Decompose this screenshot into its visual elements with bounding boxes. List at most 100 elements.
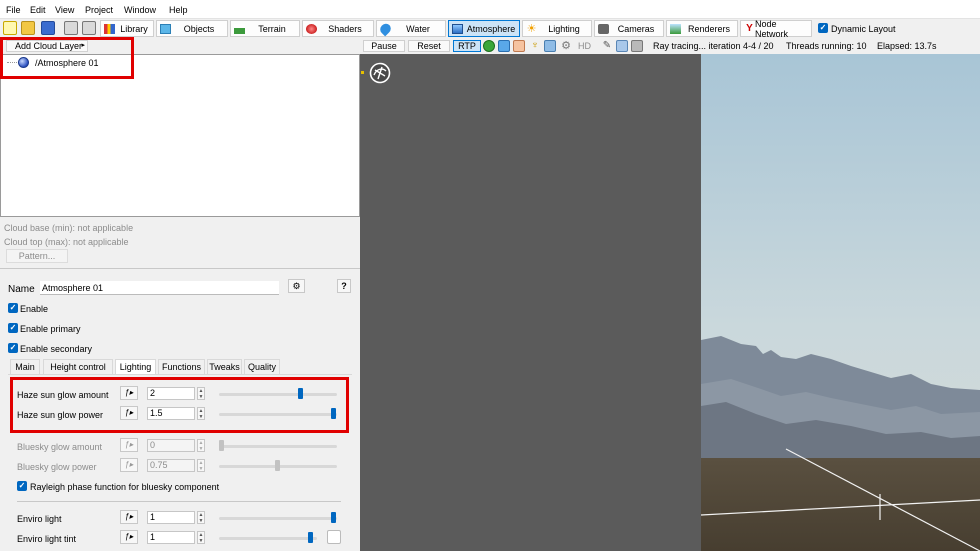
divider	[0, 268, 360, 269]
rayleigh-label: Rayleigh phase function for bluesky comp…	[30, 482, 220, 492]
function-button[interactable]: ƒ▸	[120, 530, 138, 544]
help-button[interactable]: ?	[337, 279, 351, 293]
elapsed-time: Elapsed: 13.7s	[877, 41, 937, 51]
menu-help[interactable]: Help	[169, 5, 188, 15]
sun-icon: ☀	[526, 23, 537, 35]
bluesky-glow-amount-input[interactable]: 0	[147, 439, 195, 452]
bluesky-glow-amount-slider[interactable]	[219, 445, 337, 448]
viewport-uncomputed-area[interactable]	[360, 54, 701, 551]
library-icon	[104, 24, 115, 34]
tab-functions[interactable]: Functions	[158, 359, 205, 374]
menu-edit[interactable]: Edit	[30, 5, 46, 15]
tab-quality[interactable]: Quality	[244, 359, 280, 374]
node-network-icon: Y	[746, 23, 753, 34]
tab-lighting[interactable]: ☀ Lighting	[522, 20, 592, 37]
rtp-button[interactable]: RTP	[453, 40, 481, 52]
tab-water[interactable]: Water	[376, 20, 446, 37]
menu-file[interactable]: File	[6, 5, 21, 15]
render-tools-icon[interactable]	[631, 40, 643, 52]
settings-cog-icon[interactable]: ⚙	[560, 40, 572, 52]
globe-render-icon[interactable]	[483, 40, 495, 52]
tab-renderers[interactable]: Renderers	[666, 20, 738, 37]
enviro-light-slider[interactable]	[219, 517, 337, 520]
cloud-render-icon[interactable]	[513, 40, 525, 52]
function-button[interactable]: ƒ▸	[120, 510, 138, 524]
function-icon: ƒ▸	[124, 440, 134, 449]
render-status-bar: Pause Reset RTP ♆ ⚙ HD ✎ Ray tracing... …	[360, 38, 980, 54]
enviro-light-tint-thumb[interactable]	[308, 532, 313, 543]
enable-checkbox[interactable]: ✓	[8, 303, 18, 313]
menu-view[interactable]: View	[55, 5, 74, 15]
save-icon[interactable]	[41, 21, 55, 35]
bluesky-glow-power-label: Bluesky glow power	[17, 462, 97, 472]
name-label: Name	[8, 284, 35, 295]
open-folder-icon[interactable]	[21, 21, 35, 35]
name-input[interactable]: Atmosphere 01	[40, 281, 279, 295]
threads-running: Threads running: 10	[786, 41, 867, 51]
trophy-icon[interactable]: ♆	[529, 40, 541, 52]
tab-terrain[interactable]: Terrain	[230, 20, 300, 37]
tab-main[interactable]: Main	[10, 359, 40, 374]
enviro-light-tint-slider[interactable]	[219, 537, 317, 540]
dynamic-layout-label: Dynamic Layout	[831, 24, 896, 34]
water-drop-icon	[378, 21, 393, 37]
tab-height-control[interactable]: Height control	[43, 359, 113, 374]
enable-primary-label: Enable primary	[20, 324, 81, 334]
hd-toggle[interactable]: HD	[578, 41, 591, 51]
highlight-box-tree	[0, 37, 134, 79]
network-render-icon[interactable]	[616, 40, 628, 52]
enviro-light-tint-spinner[interactable]: ▲ ▼	[197, 531, 205, 544]
enable-secondary-label: Enable secondary	[20, 344, 93, 354]
enviro-light-input[interactable]: 1	[147, 511, 195, 524]
pattern-button[interactable]: Pattern...	[6, 249, 68, 263]
function-button[interactable]: ƒ▸	[120, 438, 138, 452]
tab-objects[interactable]: Objects	[156, 20, 228, 37]
progress-marker	[361, 71, 364, 74]
sky-render-icon[interactable]	[498, 40, 510, 52]
menu-window[interactable]: Window	[124, 5, 156, 15]
tab-atmosphere[interactable]: Atmosphere	[448, 20, 520, 37]
dynamic-layout-checkbox[interactable]: ✓	[818, 23, 828, 33]
enviro-light-spinner[interactable]: ▲ ▼	[197, 511, 205, 524]
menu-project[interactable]: Project	[85, 5, 113, 15]
enviro-light-label: Enviro light	[17, 514, 62, 524]
pause-button[interactable]: Pause	[363, 40, 405, 52]
enable-secondary-checkbox[interactable]: ✓	[8, 343, 18, 353]
divider	[17, 501, 341, 502]
brush-tool-icon[interactable]: ✎	[601, 40, 613, 52]
atmosphere-icon	[452, 24, 463, 34]
tab-node-network[interactable]: Y Node Network	[740, 19, 812, 39]
ray-tracing-status: Ray tracing... iteration 4-4 / 20	[653, 41, 774, 51]
enable-primary-checkbox[interactable]: ✓	[8, 323, 18, 333]
camera-icon	[598, 24, 609, 34]
enviro-light-thumb[interactable]	[331, 512, 336, 523]
render-settings-icon[interactable]	[82, 21, 96, 35]
render-window-icon[interactable]	[64, 21, 78, 35]
gear-menu-button[interactable]: ⚙	[288, 279, 305, 293]
tab-cameras[interactable]: Cameras	[594, 20, 664, 37]
new-file-icon[interactable]	[3, 21, 17, 35]
function-icon: ƒ▸	[124, 460, 134, 469]
reset-button[interactable]: Reset	[408, 40, 450, 52]
tab-tweaks[interactable]: Tweaks	[207, 359, 242, 374]
bluesky-glow-power-thumb[interactable]	[275, 460, 280, 471]
enviro-light-tint-input[interactable]: 1	[147, 531, 195, 544]
highlight-box-haze	[10, 377, 349, 433]
tint-color-swatch[interactable]	[327, 530, 341, 544]
function-button[interactable]: ƒ▸	[120, 458, 138, 472]
viewport-navigation-icon[interactable]	[369, 62, 391, 84]
tab-shaders[interactable]: Shaders	[302, 20, 374, 37]
render-preview[interactable]	[701, 54, 980, 551]
bluesky-glow-amount-thumb[interactable]	[219, 440, 224, 451]
rayleigh-checkbox[interactable]: ✓	[17, 481, 27, 491]
bluesky-glow-power-input[interactable]: 0.75	[147, 459, 195, 472]
tab-lighting-settings[interactable]: Lighting	[115, 359, 156, 374]
function-icon: ƒ▸	[124, 532, 134, 541]
tab-library[interactable]: Library	[100, 20, 154, 37]
bluesky-glow-amount-spinner[interactable]: ▲ ▼	[197, 439, 205, 452]
cloud-top-text: Cloud top (max): not applicable	[4, 237, 129, 247]
objects-cube-icon	[160, 24, 171, 34]
bluesky-glow-power-spinner[interactable]: ▲ ▼	[197, 459, 205, 472]
camera-view-icon[interactable]	[544, 40, 556, 52]
terrain-icon	[234, 24, 245, 34]
